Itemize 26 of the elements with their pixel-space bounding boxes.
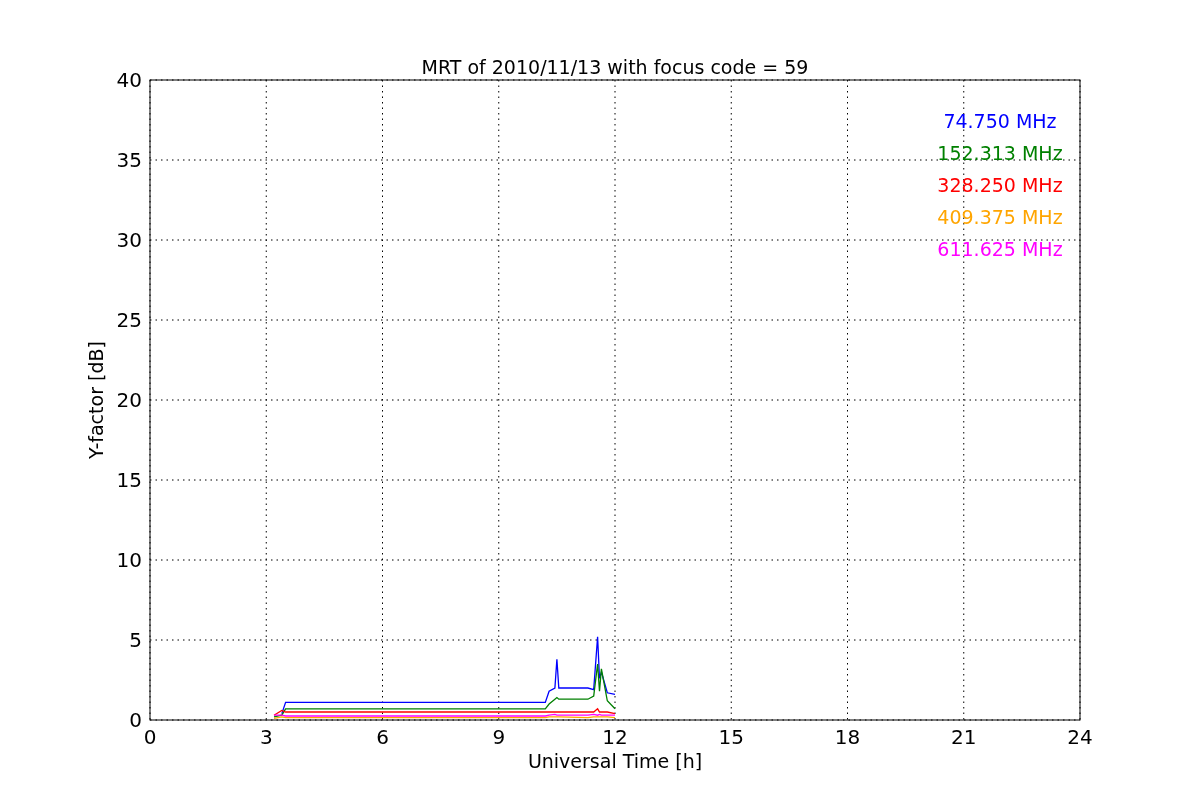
legend-label: 328.250 MHz <box>937 174 1063 196</box>
x-tick-label: 6 <box>376 725 389 749</box>
y-tick-label: 5 <box>129 628 142 652</box>
legend-label: 152.313 MHz <box>937 142 1063 164</box>
chart-title: MRT of 2010/11/13 with focus code = 59 <box>421 56 809 78</box>
x-tick-label: 0 <box>143 725 157 749</box>
y-tick-label: 0 <box>129 708 142 732</box>
y-tick-label: 15 <box>116 468 142 492</box>
x-tick-label: 9 <box>492 725 506 749</box>
x-axis-label: Universal Time [h] <box>527 750 703 772</box>
x-tick-label: 24 <box>1067 725 1093 749</box>
legend-label: 409.375 MHz <box>937 206 1063 228</box>
legend-label: 611.625 MHz <box>937 238 1063 260</box>
legend-label: 74.750 MHz <box>943 110 1057 132</box>
x-tick-label: 21 <box>951 725 977 749</box>
x-tick-label: 12 <box>602 725 628 749</box>
y-axis-label: Y-factor [dB] <box>85 341 107 459</box>
y-tick-label: 30 <box>116 228 142 252</box>
x-tick-label: 18 <box>834 725 861 749</box>
y-tick-label: 25 <box>116 308 142 332</box>
y-tick-label: 10 <box>116 548 142 572</box>
y-tick-label: 35 <box>116 148 142 172</box>
x-tick-label: 15 <box>718 725 744 749</box>
y-tick-label: 20 <box>116 388 142 412</box>
x-tick-label: 3 <box>259 725 273 749</box>
y-tick-label: 40 <box>116 68 142 92</box>
